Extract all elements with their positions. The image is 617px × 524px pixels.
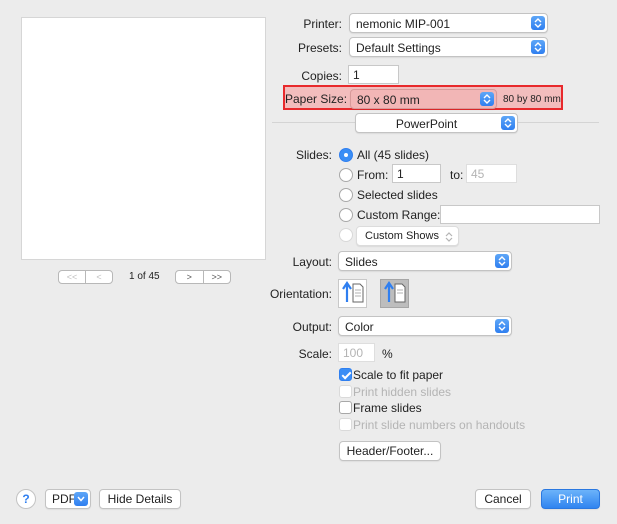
custom-shows-value: Custom Shows <box>365 230 439 242</box>
custom-range-radio[interactable] <box>339 208 353 222</box>
chevron-updown-icon <box>480 92 494 106</box>
selected-slides-radio[interactable] <box>339 188 353 202</box>
preview-forward-buttons[interactable]: > >> <box>175 270 231 284</box>
help-button[interactable]: ? <box>16 489 36 509</box>
print-button[interactable]: Print <box>541 489 600 509</box>
custom-range-label: Custom Range: <box>357 208 441 222</box>
chevron-updown-icon <box>445 231 453 245</box>
hide-details-button[interactable]: Hide Details <box>99 489 181 509</box>
print-preview <box>21 17 266 260</box>
scale-label: Scale: <box>298 347 332 361</box>
printer-value: nemonic MIP-001 <box>356 17 451 31</box>
slides-from-input[interactable]: 1 <box>392 164 441 183</box>
slides-from-radio[interactable] <box>339 168 353 182</box>
orientation-portrait-button[interactable] <box>338 279 367 308</box>
slides-label: Slides: <box>295 148 332 162</box>
presets-value: Default Settings <box>356 41 441 55</box>
print-hidden-label: Print hidden slides <box>353 385 452 399</box>
chevron-updown-icon <box>495 319 509 333</box>
custom-range-input[interactable] <box>440 205 600 224</box>
printer-label: Printer: <box>303 17 342 31</box>
header-footer-button[interactable]: Header/Footer... <box>339 441 441 461</box>
presets-select[interactable]: Default Settings <box>349 37 548 57</box>
application-options-select[interactable]: PowerPoint <box>355 113 518 133</box>
application-options-value: PowerPoint <box>395 117 458 131</box>
page-indicator: 1 of 45 <box>129 271 160 282</box>
paper-size-label: Paper Size: <box>285 92 348 106</box>
custom-shows-radio[interactable] <box>339 228 353 242</box>
print-hidden-checkbox[interactable] <box>339 385 352 398</box>
next-page-button[interactable]: > <box>176 271 203 283</box>
paper-dimensions: 80 by 80 mm <box>503 94 561 105</box>
chevron-updown-icon <box>531 16 545 30</box>
chevron-updown-icon <box>531 40 545 54</box>
layout-select[interactable]: Slides <box>338 251 512 271</box>
landscape-orientation-icon <box>383 281 407 306</box>
scale-to-fit-label: Scale to fit paper <box>353 368 444 382</box>
scale-unit: % <box>382 347 393 361</box>
slides-to-label: to: <box>450 168 464 182</box>
print-numbers-checkbox[interactable] <box>339 418 352 431</box>
paper-size-select[interactable]: 80 x 80 mm <box>350 89 497 109</box>
output-label: Output: <box>292 320 332 334</box>
slides-from-label: From: <box>357 168 389 182</box>
preview-back-buttons[interactable]: << < <box>58 270 113 284</box>
layout-label: Layout: <box>292 255 332 269</box>
frame-slides-checkbox[interactable] <box>339 401 352 414</box>
output-select[interactable]: Color <box>338 316 512 336</box>
chevron-updown-icon <box>495 254 509 268</box>
slides-all-label: All (45 slides) <box>357 148 430 162</box>
layout-value: Slides <box>345 255 378 269</box>
previous-page-button[interactable]: < <box>85 271 112 283</box>
scale-to-fit-checkbox[interactable] <box>339 368 352 381</box>
slides-all-radio[interactable] <box>339 148 353 162</box>
pdf-label: PDF <box>52 492 76 506</box>
copies-label: Copies: <box>301 69 342 83</box>
last-page-button[interactable]: >> <box>202 271 231 283</box>
chevron-down-icon <box>74 492 88 506</box>
selected-slides-label: Selected slides <box>357 188 438 202</box>
orientation-landscape-button[interactable] <box>380 279 409 308</box>
printer-select[interactable]: nemonic MIP-001 <box>349 13 548 33</box>
slides-to-input[interactable]: 45 <box>466 164 517 183</box>
paper-size-value: 80 x 80 mm <box>357 93 420 107</box>
pdf-menu-button[interactable]: PDF <box>45 489 91 509</box>
copies-input[interactable]: 1 <box>348 65 399 84</box>
output-value: Color <box>345 320 374 334</box>
portrait-orientation-icon <box>341 281 365 306</box>
orientation-label: Orientation: <box>269 287 332 301</box>
presets-label: Presets: <box>297 41 342 55</box>
print-numbers-label: Print slide numbers on handouts <box>353 418 526 432</box>
chevron-updown-icon <box>501 116 515 130</box>
cancel-button[interactable]: Cancel <box>475 489 531 509</box>
custom-shows-select[interactable]: Custom Shows <box>356 226 459 246</box>
frame-slides-label: Frame slides <box>353 401 422 415</box>
scale-input[interactable]: 100 <box>338 343 375 362</box>
first-page-button[interactable]: << <box>59 271 85 283</box>
